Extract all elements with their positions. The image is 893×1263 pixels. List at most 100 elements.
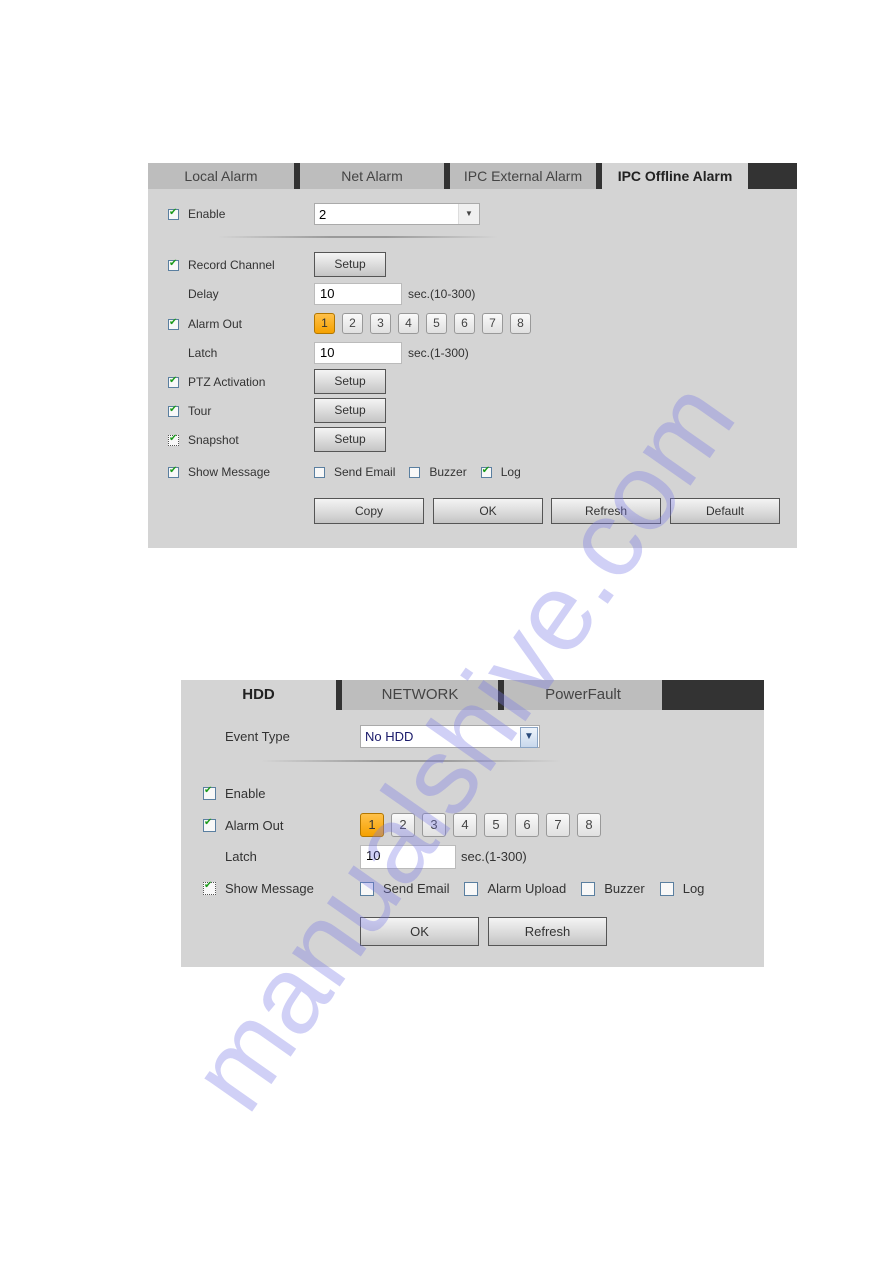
enable-row: Enable: [203, 785, 266, 801]
send-email-checkbox[interactable]: [314, 466, 325, 478]
delay-row: Delay: [188, 287, 219, 301]
tour-setup-button[interactable]: Setup: [314, 398, 386, 423]
show-message-checkbox[interactable]: [203, 880, 216, 895]
alarm-out-channels: 1 2 3 4 5 6 7 8: [360, 813, 608, 837]
latch-row: Latch: [188, 346, 217, 360]
buzzer-checkbox[interactable]: [409, 466, 421, 478]
tab-local-alarm[interactable]: Local Alarm: [148, 163, 300, 189]
enable-checkbox[interactable]: [203, 785, 216, 800]
tab-bar: Local Alarm Net Alarm IPC External Alarm…: [148, 163, 797, 189]
alarm-out-row: Alarm Out: [168, 317, 242, 331]
ptz-setup-button[interactable]: Setup: [314, 369, 386, 394]
delay-unit: sec.(10-300): [408, 287, 476, 301]
alarm-out-channel-1[interactable]: 1: [360, 813, 384, 837]
dropdown-arrow-icon: ▼: [520, 727, 538, 748]
tab-ipc-external-alarm[interactable]: IPC External Alarm: [450, 163, 602, 189]
alarm-out-row: Alarm Out: [203, 817, 284, 833]
message-options: Send Email Alarm Upload Buzzer Log: [360, 881, 704, 896]
alarm-out-channel-3[interactable]: 3: [370, 313, 391, 334]
ptz-activation-row: PTZ Activation: [168, 375, 265, 389]
alarm-upload-label: Alarm Upload: [487, 881, 567, 896]
tab-ipc-offline-alarm[interactable]: IPC Offline Alarm: [602, 163, 748, 189]
enable-label: Enable: [225, 786, 266, 801]
alarm-out-channel-1[interactable]: 1: [314, 313, 335, 334]
delay-input[interactable]: 10: [314, 283, 402, 305]
alarm-out-channel-8[interactable]: 8: [510, 313, 531, 334]
latch-input[interactable]: 10: [314, 342, 402, 364]
send-email-label: Send Email: [334, 465, 396, 479]
latch-label: Latch: [225, 849, 257, 864]
log-checkbox[interactable]: [659, 881, 674, 896]
tab-bar: HDD NETWORK PowerFault: [181, 680, 764, 710]
channel-select-value: 2: [319, 207, 327, 222]
alarm-out-channels: 1 2 3 4 5 6 7 8: [314, 313, 538, 334]
alarm-out-channel-4[interactable]: 4: [398, 313, 419, 334]
record-channel-row: Record Channel: [168, 258, 275, 272]
snapshot-checkbox[interactable]: [168, 433, 179, 446]
ok-button[interactable]: OK: [433, 498, 543, 524]
log-label: Log: [500, 465, 521, 479]
enable-label: Enable: [188, 207, 226, 221]
ipc-offline-alarm-panel: Local Alarm Net Alarm IPC External Alarm…: [148, 163, 797, 548]
alarm-out-channel-7[interactable]: 7: [546, 813, 570, 837]
section-divider: [218, 236, 498, 238]
alarm-out-channel-2[interactable]: 2: [391, 813, 415, 837]
latch-unit: sec.(1-300): [461, 849, 527, 864]
tab-powerfault[interactable]: PowerFault: [504, 680, 662, 710]
alarm-out-channel-6[interactable]: 6: [454, 313, 475, 334]
alarm-out-checkbox[interactable]: [203, 817, 216, 832]
snapshot-label: Snapshot: [188, 433, 239, 447]
tour-row: Tour: [168, 404, 211, 418]
record-channel-label: Record Channel: [188, 258, 275, 272]
tour-label: Tour: [188, 404, 212, 418]
alarm-out-channel-5[interactable]: 5: [484, 813, 508, 837]
tour-checkbox[interactable]: [168, 404, 179, 417]
send-email-checkbox[interactable]: [360, 881, 374, 896]
alarm-out-label: Alarm Out: [188, 317, 243, 331]
snapshot-setup-button[interactable]: Setup: [314, 427, 386, 452]
alarm-out-channel-2[interactable]: 2: [342, 313, 363, 334]
buzzer-label: Buzzer: [429, 465, 467, 479]
event-type-value: No HDD: [365, 729, 414, 744]
record-channel-setup-button[interactable]: Setup: [314, 252, 386, 277]
tab-network[interactable]: NETWORK: [342, 680, 504, 710]
delay-label: Delay: [188, 287, 219, 301]
buzzer-checkbox[interactable]: [581, 881, 596, 896]
send-email-label: Send Email: [383, 881, 450, 896]
show-message-checkbox[interactable]: [168, 465, 179, 478]
log-label: Log: [682, 881, 705, 896]
copy-button[interactable]: Copy: [314, 498, 424, 524]
channel-select[interactable]: 2 ▼: [314, 203, 480, 225]
tab-hdd[interactable]: HDD: [181, 680, 336, 710]
show-message-row: Show Message: [203, 880, 314, 896]
refresh-button[interactable]: Refresh: [488, 917, 607, 946]
alarm-out-channel-4[interactable]: 4: [453, 813, 477, 837]
ptz-activation-checkbox[interactable]: [168, 375, 179, 388]
abnormality-panel: HDD NETWORK PowerFault Event Type No HDD…: [181, 680, 764, 967]
default-button[interactable]: Default: [670, 498, 780, 524]
log-checkbox[interactable]: [480, 465, 492, 478]
alarm-out-checkbox[interactable]: [168, 317, 179, 330]
latch-input[interactable]: 10: [360, 845, 456, 869]
buzzer-label: Buzzer: [604, 881, 645, 896]
alarm-out-channel-6[interactable]: 6: [515, 813, 539, 837]
refresh-button[interactable]: Refresh: [551, 498, 661, 524]
snapshot-row: Snapshot: [168, 433, 239, 447]
alarm-out-channel-7[interactable]: 7: [482, 313, 503, 334]
event-type-label: Event Type: [225, 729, 290, 744]
show-message-row: Show Message: [168, 465, 270, 479]
enable-checkbox[interactable]: [168, 207, 179, 220]
record-channel-checkbox[interactable]: [168, 258, 179, 271]
alarm-out-channel-3[interactable]: 3: [422, 813, 446, 837]
tab-net-alarm[interactable]: Net Alarm: [300, 163, 450, 189]
ok-button[interactable]: OK: [360, 917, 479, 946]
alarm-upload-checkbox[interactable]: [464, 881, 479, 896]
event-type-select[interactable]: No HDD ▼: [360, 725, 540, 748]
dropdown-arrow-icon: ▼: [458, 204, 479, 224]
alarm-out-label: Alarm Out: [225, 818, 284, 833]
show-message-label: Show Message: [188, 465, 271, 479]
ptz-activation-label: PTZ Activation: [188, 375, 266, 389]
enable-row: Enable: [168, 207, 225, 221]
alarm-out-channel-8[interactable]: 8: [577, 813, 601, 837]
alarm-out-channel-5[interactable]: 5: [426, 313, 447, 334]
